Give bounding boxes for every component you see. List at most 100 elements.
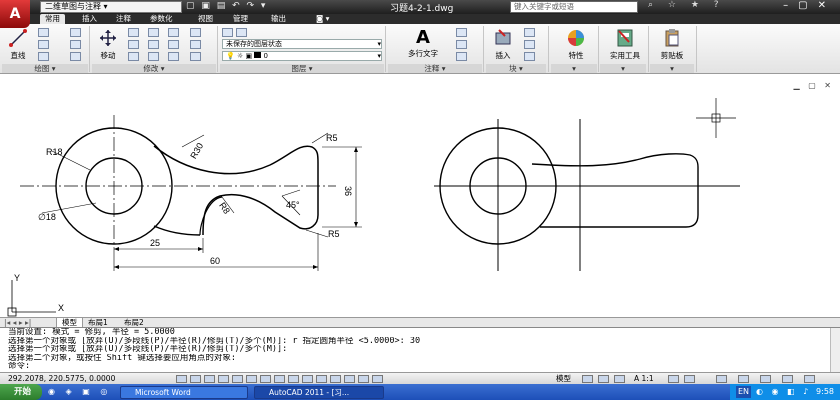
trim-icon[interactable] <box>148 28 159 37</box>
insert-block-button[interactable]: 插入 <box>488 28 518 61</box>
tab-parametric[interactable]: 参数化 <box>150 14 173 24</box>
quick-view-drawings-icon[interactable] <box>598 375 609 383</box>
fillet-icon[interactable] <box>148 40 159 49</box>
dyn-icon[interactable] <box>288 375 299 383</box>
hatch-icon[interactable] <box>70 28 81 37</box>
layer-state-dropdown[interactable]: 未保存的图层状态 ▾ <box>222 39 382 49</box>
clipboard-panel-expand[interactable]: ▾ <box>650 64 694 73</box>
create-block-icon[interactable] <box>524 28 535 37</box>
layers-panel-label[interactable]: 图层 ▾ <box>220 64 384 73</box>
workspace-dropdown[interactable]: 二维草图与注释 ▾ <box>40 1 182 13</box>
workspace-switching-icon[interactable] <box>716 375 727 383</box>
search-input[interactable]: 键入关键字或短语 <box>510 1 638 13</box>
clipboard-button[interactable]: 剪贴板 <box>652 28 692 61</box>
transparency-icon[interactable] <box>316 375 327 383</box>
command-prompt[interactable]: 命令: <box>8 362 840 371</box>
command-scrollbar[interactable] <box>830 328 840 372</box>
selection-cycling-icon[interactable] <box>344 375 355 383</box>
layer-dropdown[interactable]: 💡 ☼ ▣ 0 ▾ <box>222 51 382 61</box>
lineweight-icon[interactable] <box>302 375 313 383</box>
tab-insert[interactable]: 插入 <box>82 14 97 24</box>
block-panel-label[interactable]: 块 ▾ <box>486 64 546 73</box>
utilities-button[interactable]: 实用工具 <box>602 28 648 61</box>
mtext-button[interactable]: A 多行文字 <box>400 28 446 59</box>
polyline-icon[interactable] <box>38 28 49 37</box>
offset-icon[interactable] <box>190 40 201 49</box>
hardware-acceleration-icon[interactable] <box>760 375 771 383</box>
quick-view-layouts-icon[interactable] <box>582 375 593 383</box>
mirror-icon[interactable] <box>128 40 139 49</box>
ortho-icon[interactable] <box>204 375 215 383</box>
annotation-panel-label[interactable]: 注释 ▾ <box>388 64 482 73</box>
quick-properties-icon[interactable] <box>330 375 341 383</box>
tab-annotate[interactable]: 注释 <box>116 14 131 24</box>
utilities-panel-expand[interactable]: ▾ <box>600 64 646 73</box>
maximize-icon[interactable]: ▢ <box>798 0 817 11</box>
language-indicator[interactable]: EN <box>736 386 752 398</box>
dimension-icon[interactable] <box>456 28 467 37</box>
leader-icon[interactable] <box>456 40 467 49</box>
lock-icon[interactable] <box>738 375 749 383</box>
region-icon[interactable] <box>70 52 81 61</box>
scale-icon[interactable] <box>148 52 159 61</box>
3d-osnap-icon[interactable] <box>246 375 257 383</box>
erase-icon[interactable] <box>168 28 179 37</box>
annotation-monitor-icon[interactable] <box>358 375 369 383</box>
otrack-icon[interactable] <box>260 375 271 383</box>
tab-manage[interactable]: 管理 <box>233 14 248 24</box>
edit-block-icon[interactable] <box>524 40 535 49</box>
start-button[interactable]: 开始 <box>0 384 42 400</box>
task-word[interactable]: Microsoft Word <box>120 386 248 399</box>
draw-panel-label[interactable]: 绘图 ▾ <box>2 64 88 73</box>
tab-extra-icon[interactable]: ◙ ▾ <box>316 14 329 24</box>
tab-output[interactable]: 输出 <box>271 14 286 24</box>
window-controls[interactable]: –▢✕ <box>783 0 836 11</box>
pan-icon[interactable] <box>614 375 625 383</box>
quick-access-toolbar[interactable]: ▢ ▣ ▤ ↶ ↷ ▾ <box>186 1 267 11</box>
tab-layout1[interactable]: 布局1 <box>88 318 108 327</box>
drawing-canvas[interactable]: ▁ ▢ ✕ R18 ∅18 R30 R8 R5 R5 25 60 36 45° … <box>0 75 840 317</box>
stretch-icon[interactable] <box>128 52 139 61</box>
close-icon[interactable]: ✕ <box>818 0 836 11</box>
model-space-button[interactable]: 模型 <box>556 373 571 384</box>
edit-attribute-icon[interactable] <box>524 52 535 61</box>
tab-view[interactable]: 视图 <box>198 14 213 24</box>
circle-icon[interactable] <box>38 40 49 49</box>
snap-icon[interactable] <box>176 375 187 383</box>
osnap-icon[interactable] <box>232 375 243 383</box>
tab-layout2[interactable]: 布局2 <box>124 318 144 327</box>
line-button[interactable]: 直线 <box>4 28 32 61</box>
tray-icons[interactable]: ◐ ◉ ◧ ♪ <box>756 384 811 400</box>
application-menu-button[interactable]: A <box>0 0 30 28</box>
join-icon[interactable] <box>190 52 201 61</box>
rotate-icon[interactable] <box>128 28 139 37</box>
properties-button[interactable]: 特性 <box>556 28 596 61</box>
layer-freeze-icon[interactable] <box>236 28 247 37</box>
help-icons[interactable]: ⌕ ☆ ★ ? <box>648 0 725 10</box>
table-icon[interactable] <box>456 52 467 61</box>
move-button[interactable]: 移动 <box>94 28 122 61</box>
tab-nav-arrows[interactable]: |◂ ◂ ▸ ▸| <box>4 318 31 327</box>
polar-icon[interactable] <box>218 375 229 383</box>
ducs-icon[interactable] <box>274 375 285 383</box>
array-icon[interactable] <box>168 52 179 61</box>
arc-icon[interactable] <box>38 52 49 61</box>
autoscale-icon[interactable] <box>684 375 695 383</box>
isolate-objects-icon[interactable] <box>782 375 793 383</box>
annotation-visibility-icon[interactable] <box>668 375 679 383</box>
grid-icon[interactable] <box>190 375 201 383</box>
properties-panel-expand[interactable]: ▾ <box>551 64 597 73</box>
modify-panel-label[interactable]: 修改 ▾ <box>92 64 216 73</box>
copy-icon[interactable] <box>168 40 179 49</box>
annotation-scale[interactable]: A 1:1 <box>634 373 654 384</box>
quick-launch-icons[interactable]: ◉ ◈ ▣ ◎ <box>48 387 111 396</box>
minimize-icon[interactable]: – <box>783 0 798 11</box>
command-window[interactable]: 当前设置: 模式 = 修剪, 半径 = 5.0000 选择第一个对象或 [放弃(… <box>0 327 840 372</box>
clean-screen-icon[interactable] <box>804 375 815 383</box>
explode-icon[interactable] <box>190 28 201 37</box>
workspace-icon[interactable] <box>372 375 383 383</box>
task-autocad[interactable]: AutoCAD 2011 - [习... <box>254 386 384 399</box>
tab-home[interactable]: 常用 <box>40 14 65 24</box>
rectangle-icon[interactable] <box>70 40 81 49</box>
layer-properties-icon[interactable] <box>222 28 233 37</box>
